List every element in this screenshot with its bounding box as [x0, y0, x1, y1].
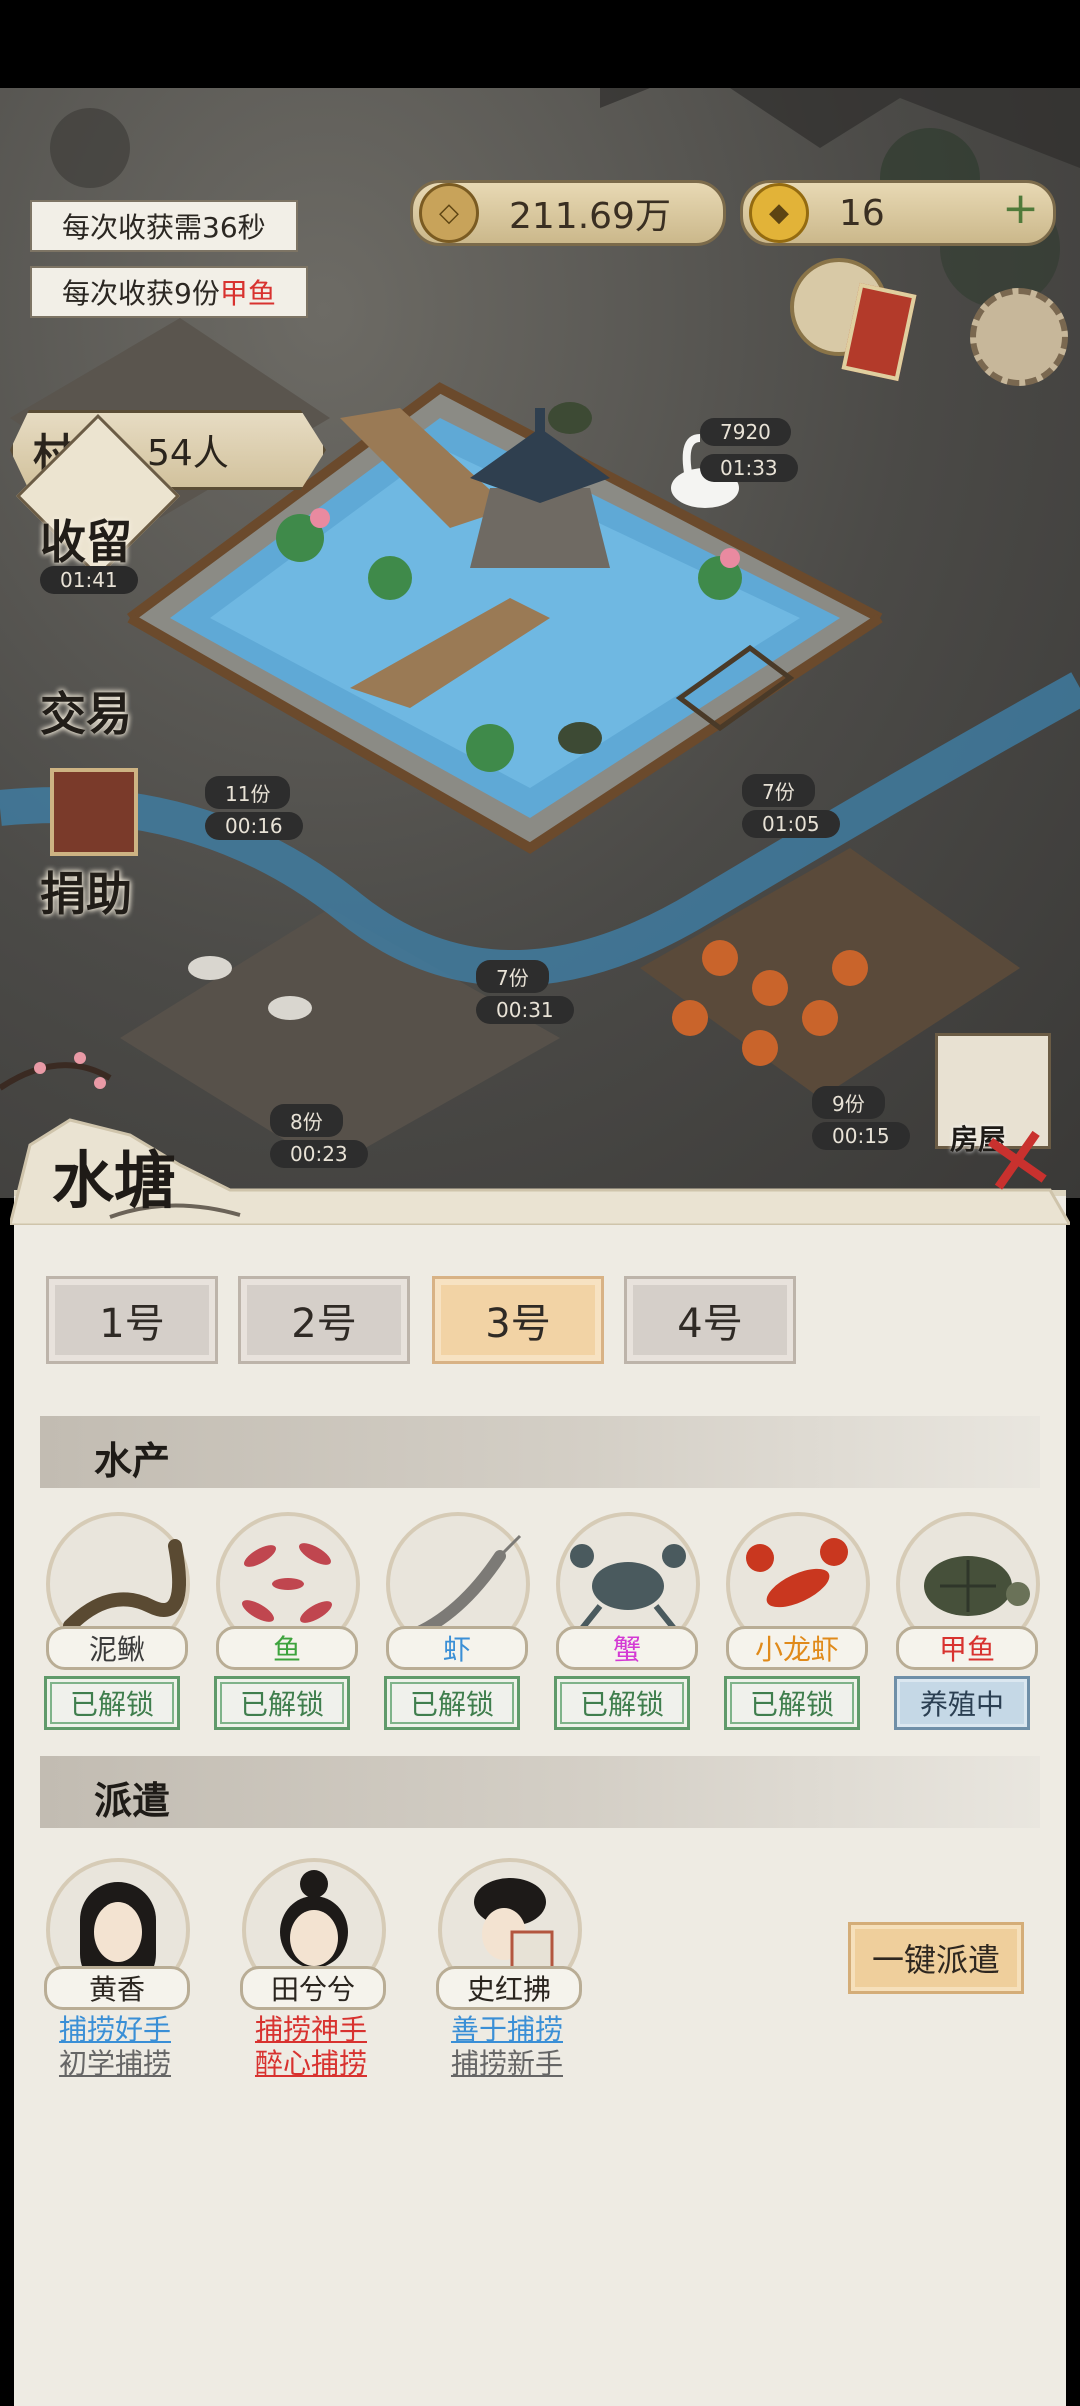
aquatic-item-shrimp[interactable]: 虾 已解锁: [380, 1512, 530, 1732]
plot-amount: 7份: [476, 960, 549, 993]
aquatic-item-loach[interactable]: 泥鳅 已解锁: [40, 1512, 190, 1732]
plot-timer: 01:33: [700, 454, 798, 482]
copper-coin-icon: ◇: [419, 183, 479, 243]
unlock-status: 已解锁: [214, 1676, 350, 1730]
trade-button[interactable]: 交易: [40, 678, 132, 744]
aquatic-item-turtle[interactable]: 甲鱼 养殖中: [890, 1512, 1040, 1732]
aquatic-item-fish[interactable]: 鱼 已解锁: [210, 1512, 360, 1732]
gold-ingot-icon: ◆: [749, 183, 809, 243]
status-bar: [0, 0, 1080, 88]
tab-pond-2[interactable]: 2号: [238, 1276, 410, 1364]
unlock-status: 已解锁: [44, 1676, 180, 1730]
tab-pond-4[interactable]: 4号: [624, 1276, 796, 1364]
plot-amount: 7份: [742, 774, 815, 807]
plot-timer: 01:05: [742, 810, 840, 838]
gold-counter[interactable]: ◆ 16 +: [740, 180, 1056, 246]
settings-gear-icon[interactable]: [970, 288, 1068, 386]
worker-shihongfu[interactable]: 史红拂 善于捕捞 捕捞新手: [432, 1858, 582, 2098]
worker-trait: 初学捕捞: [58, 2047, 171, 2080]
tab-pond-1[interactable]: 1号: [46, 1276, 218, 1364]
game-map[interactable]: 每次收获需36秒 每次收获9份甲鱼 ◇ 211.69万 ◆ 16 + 村民 54…: [0, 88, 1080, 1198]
unlock-status: 已解锁: [554, 1676, 690, 1730]
section-dispatch-header: 派遣: [40, 1756, 1040, 1828]
plot-timer: 00:31: [476, 996, 574, 1024]
harvest-time-label: 每次收获需36秒: [30, 200, 298, 252]
panel-title: 水塘: [52, 1144, 177, 1217]
harvest-amount-label: 每次收获9份甲鱼: [30, 266, 308, 318]
aquatic-item-crayfish[interactable]: 小龙虾 已解锁: [720, 1512, 870, 1732]
copper-counter[interactable]: ◇ 211.69万: [410, 180, 726, 246]
tab-pond-3[interactable]: 3号: [432, 1276, 604, 1364]
breeding-status: 养殖中: [894, 1676, 1030, 1730]
donate-box-icon: [50, 768, 138, 856]
worker-huangxiang[interactable]: 黄香 捕捞好手 初学捕捞: [40, 1858, 190, 2098]
worker-trait: 捕捞新手: [450, 2047, 563, 2080]
worker-tianxixi[interactable]: 田兮兮 捕捞神手 醉心捕捞: [236, 1858, 386, 2098]
section-aquatic-header: 水产: [40, 1416, 1040, 1488]
plot-amount: 11份: [205, 776, 291, 809]
donate-button[interactable]: 捐助: [40, 858, 132, 924]
dispatch-all-button[interactable]: 一键派遣: [848, 1922, 1024, 1994]
plot-amount: 7920: [700, 418, 791, 446]
shelter-button[interactable]: 收留: [40, 506, 132, 572]
aquatic-item-crab[interactable]: 蟹 已解锁: [550, 1512, 700, 1732]
plot-timer: 00:16: [205, 812, 303, 840]
shelter-timer: 01:41: [40, 566, 138, 594]
worker-trait: 醉心捕捞: [254, 2047, 367, 2080]
unlock-status: 已解锁: [724, 1676, 860, 1730]
unlock-status: 已解锁: [384, 1676, 520, 1730]
add-gold-icon[interactable]: +: [1002, 183, 1039, 234]
